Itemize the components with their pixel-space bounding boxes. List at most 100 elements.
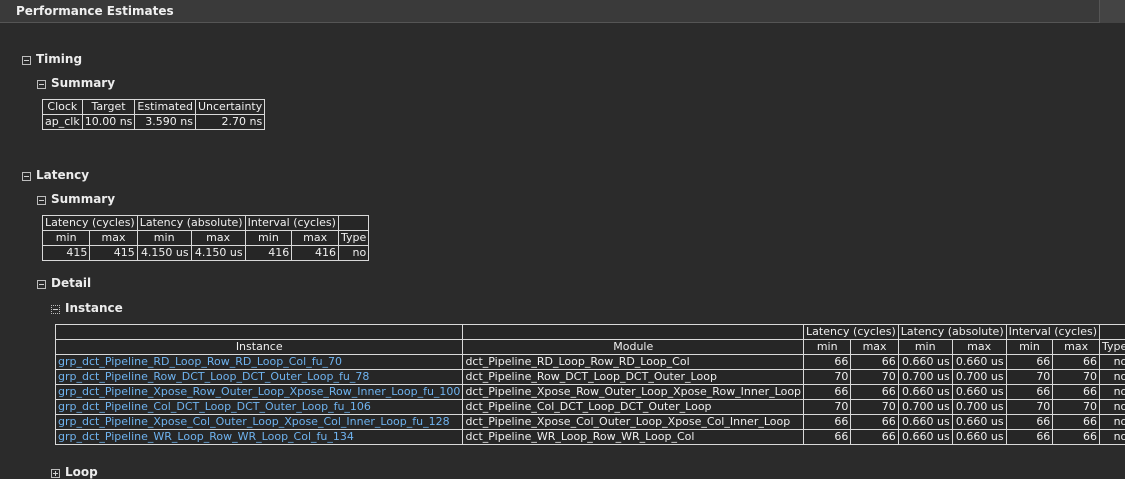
absolute-min-cell: 0.660 us bbox=[898, 415, 952, 430]
blank-header-cell bbox=[463, 325, 804, 340]
latency-max-cell: 66 bbox=[851, 430, 898, 445]
absolute-min-cell: 0.700 us bbox=[898, 370, 952, 385]
group-header-latency-absolute: Latency (absolute) bbox=[137, 216, 245, 231]
latency-min-cell: 70 bbox=[804, 370, 851, 385]
col-header-max: max bbox=[851, 340, 898, 355]
detail-heading: Detail bbox=[51, 276, 91, 290]
type-cell: no bbox=[1100, 400, 1125, 415]
col-header-max: max bbox=[952, 340, 1006, 355]
latency-heading: Latency bbox=[36, 168, 89, 182]
absolute-max-cell: 0.700 us bbox=[952, 370, 1006, 385]
interval-max-cell: 66 bbox=[1053, 430, 1100, 445]
type-cell: no bbox=[338, 246, 368, 261]
blank-header-cell bbox=[1100, 325, 1125, 340]
sub-header-max: max bbox=[191, 231, 245, 246]
latency-min-cell: 66 bbox=[804, 355, 851, 370]
blank-header-cell bbox=[56, 325, 463, 340]
uncertainty-cell: 2.70 ns bbox=[195, 115, 264, 130]
module-cell: dct_Pipeline_Col_DCT_Loop_DCT_Outer_Loop bbox=[463, 400, 804, 415]
table-row: grp_dct_Pipeline_RD_Loop_Row_RD_Loop_Col… bbox=[56, 355, 1125, 370]
interval-max-cell: 66 bbox=[1053, 385, 1100, 400]
instance-heading: Instance bbox=[65, 301, 123, 315]
absolute-max-cell: 0.660 us bbox=[952, 355, 1006, 370]
latency-sub-header-row: min max min max min max Type bbox=[43, 231, 369, 246]
latency-summary-table: Latency (cycles) Latency (absolute) Inte… bbox=[42, 215, 369, 261]
group-header-latency-absolute: Latency (absolute) bbox=[898, 325, 1006, 340]
instance-link[interactable]: grp_dct_Pipeline_WR_Loop_Row_WR_Loop_Col… bbox=[58, 430, 354, 443]
timing-header-row: Clock Target Estimated Uncertainty bbox=[43, 100, 265, 115]
col-header-uncertainty: Uncertainty bbox=[195, 100, 264, 115]
panel-header-edge bbox=[1099, 0, 1125, 23]
latency-max-cell: 66 bbox=[851, 385, 898, 400]
col-header-max: max bbox=[1053, 340, 1100, 355]
latency-summary-collapse-icon[interactable] bbox=[37, 196, 46, 205]
module-cell: dct_Pipeline_Xpose_Row_Outer_Loop_Xpose_… bbox=[463, 385, 804, 400]
instance-collapse-icon[interactable] bbox=[51, 305, 60, 314]
timing-heading: Timing bbox=[36, 52, 82, 66]
timing-collapse-icon[interactable] bbox=[22, 56, 31, 65]
type-cell: no bbox=[1100, 355, 1125, 370]
sub-header-min: min bbox=[43, 231, 90, 246]
interval-max-cell: 70 bbox=[1053, 370, 1100, 385]
interval-max-cell: 416 bbox=[292, 246, 339, 261]
instance-link[interactable]: grp_dct_Pipeline_Col_DCT_Loop_DCT_Outer_… bbox=[58, 400, 371, 413]
interval-min-cell: 70 bbox=[1006, 400, 1053, 415]
table-row: 415 415 4.150 us 4.150 us 416 416 no bbox=[43, 246, 369, 261]
sub-header-max: max bbox=[292, 231, 339, 246]
interval-min-cell: 66 bbox=[1006, 415, 1053, 430]
instance-col-header-row: Instance Module min max min max min max … bbox=[56, 340, 1125, 355]
col-header-target: Target bbox=[82, 100, 135, 115]
instance-group-header-row: Latency (cycles) Latency (absolute) Inte… bbox=[56, 325, 1125, 340]
instance-link[interactable]: grp_dct_Pipeline_Xpose_Row_Outer_Loop_Xp… bbox=[58, 385, 460, 398]
sub-header-max: max bbox=[90, 231, 137, 246]
sub-header-type: Type bbox=[338, 231, 368, 246]
latency-group-header-row: Latency (cycles) Latency (absolute) Inte… bbox=[43, 216, 369, 231]
latency-max-cell: 70 bbox=[851, 370, 898, 385]
group-header-interval-cycles: Interval (cycles) bbox=[1006, 325, 1099, 340]
col-header-estimated: Estimated bbox=[135, 100, 196, 115]
col-header-instance: Instance bbox=[56, 340, 463, 355]
detail-collapse-icon[interactable] bbox=[37, 280, 46, 289]
instance-link[interactable]: grp_dct_Pipeline_Row_DCT_Loop_DCT_Outer_… bbox=[58, 370, 369, 383]
type-cell: no bbox=[1100, 415, 1125, 430]
loop-expand-icon[interactable] bbox=[51, 469, 60, 478]
absolute-min-cell: 0.660 us bbox=[898, 385, 952, 400]
group-header-blank bbox=[338, 216, 368, 231]
sub-header-min: min bbox=[137, 231, 191, 246]
estimated-cell: 3.590 ns bbox=[135, 115, 196, 130]
latency-min-cell: 66 bbox=[804, 430, 851, 445]
table-row: grp_dct_Pipeline_Col_DCT_Loop_DCT_Outer_… bbox=[56, 400, 1125, 415]
sub-header-min: min bbox=[245, 231, 292, 246]
type-cell: no bbox=[1100, 385, 1125, 400]
absolute-max-cell: 0.700 us bbox=[952, 400, 1006, 415]
group-header-latency-cycles: Latency (cycles) bbox=[804, 325, 899, 340]
interval-min-cell: 66 bbox=[1006, 355, 1053, 370]
col-header-min: min bbox=[898, 340, 952, 355]
latency-min-cell: 66 bbox=[804, 415, 851, 430]
timing-summary-collapse-icon[interactable] bbox=[37, 80, 46, 89]
type-cell: no bbox=[1100, 430, 1125, 445]
latency-collapse-icon[interactable] bbox=[22, 172, 31, 181]
col-header-min: min bbox=[804, 340, 851, 355]
interval-min-cell: 66 bbox=[1006, 385, 1053, 400]
group-header-latency-cycles: Latency (cycles) bbox=[43, 216, 138, 231]
loop-heading: Loop bbox=[65, 465, 98, 479]
panel-title: Performance Estimates bbox=[16, 4, 174, 18]
instance-link[interactable]: grp_dct_Pipeline_Xpose_Col_Outer_Loop_Xp… bbox=[58, 415, 450, 428]
latency-min-cell: 70 bbox=[804, 400, 851, 415]
interval-max-cell: 66 bbox=[1053, 415, 1100, 430]
absolute-min-cell: 4.150 us bbox=[137, 246, 191, 261]
panel-header: Performance Estimates bbox=[0, 0, 1125, 23]
absolute-max-cell: 4.150 us bbox=[191, 246, 245, 261]
table-row: ap_clk 10.00 ns 3.590 ns 2.70 ns bbox=[43, 115, 265, 130]
module-cell: dct_Pipeline_WR_Loop_Row_WR_Loop_Col bbox=[463, 430, 804, 445]
type-cell: no bbox=[1100, 370, 1125, 385]
latency-max-cell: 66 bbox=[851, 415, 898, 430]
col-header-min: min bbox=[1006, 340, 1053, 355]
absolute-max-cell: 0.660 us bbox=[952, 415, 1006, 430]
interval-min-cell: 70 bbox=[1006, 370, 1053, 385]
latency-max-cell: 70 bbox=[851, 400, 898, 415]
clock-cell: ap_clk bbox=[43, 115, 83, 130]
absolute-max-cell: 0.660 us bbox=[952, 385, 1006, 400]
instance-link[interactable]: grp_dct_Pipeline_RD_Loop_Row_RD_Loop_Col… bbox=[58, 355, 342, 368]
